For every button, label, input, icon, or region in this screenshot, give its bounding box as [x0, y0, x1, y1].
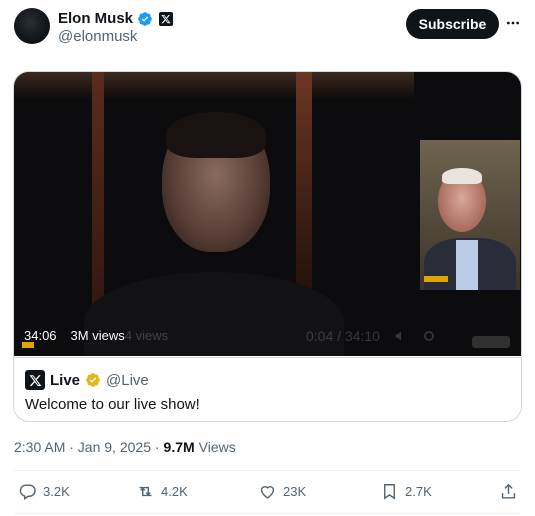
pip-guest-shirt [456, 240, 478, 290]
ghost-player-controls: 0:04 / 34:10 [306, 328, 436, 344]
video-background [14, 72, 414, 98]
like-count: 23K [283, 484, 307, 499]
video-overlay-meta: 34:06 3M views 4 views [24, 328, 168, 343]
divider [14, 470, 521, 471]
post-timestamp[interactable]: 2:30 AM · Jan 9, 2025 · [14, 439, 160, 455]
video-views: 3M views [70, 328, 125, 343]
avatar[interactable] [14, 8, 50, 44]
x-logo-icon [25, 370, 45, 390]
video-duration: 34:06 [24, 328, 57, 343]
video-player[interactable]: 0:04 / 34:10 34:06 3M views 4 views [14, 72, 521, 356]
pip-guest-hair [442, 168, 482, 184]
share-button[interactable] [499, 482, 518, 501]
author-name[interactable]: Elon Musk [58, 10, 133, 27]
video-background-beam [296, 72, 312, 312]
reply-icon [19, 484, 36, 500]
ghost-views: 4 views [124, 328, 169, 343]
repost-icon [139, 486, 152, 497]
quote-card[interactable]: 0:04 / 34:10 34:06 3M views 4 views Live… [13, 71, 522, 422]
repost-button[interactable]: 4.2K [136, 482, 188, 501]
repost-count: 4.2K [161, 484, 188, 499]
author-handle[interactable]: @elonmusk [58, 28, 137, 45]
live-indicator [22, 342, 34, 348]
quoted-post[interactable]: Live @Live Welcome to our live show! [14, 357, 521, 421]
video-picture-in-picture [420, 140, 520, 290]
ghost-settings-icon [423, 331, 434, 341]
share-icon [501, 483, 516, 499]
divider [14, 513, 521, 514]
more-dots-icon[interactable] [504, 14, 522, 32]
bookmark-button[interactable]: 2.7K [380, 482, 432, 501]
pip-name-tag [424, 276, 448, 282]
quoted-post-text: Welcome to our live show! [25, 396, 200, 413]
subscribe-button[interactable]: Subscribe [406, 9, 499, 39]
video-speaker-hair [166, 112, 266, 158]
quoted-author-handle: @Live [106, 371, 149, 389]
quoted-author-row: Live @Live [25, 370, 149, 390]
heart-icon [260, 486, 275, 499]
quoted-author-name: Live [50, 371, 81, 389]
ghost-source-badge [472, 336, 510, 348]
bookmark-count: 2.7K [405, 484, 432, 499]
reply-button[interactable]: 3.2K [18, 482, 70, 501]
views-count[interactable]: 9.7M [164, 439, 195, 455]
author-name-row: Elon Musk [58, 10, 174, 27]
verified-badge-icon[interactable] [137, 11, 153, 27]
like-button[interactable]: 23K [258, 482, 306, 501]
bookmark-icon [384, 484, 395, 500]
action-bar: 3.2K 4.2K 23K 2.7K [14, 482, 521, 504]
views-label: Views [198, 439, 236, 455]
x-affiliate-icon[interactable] [159, 11, 174, 26]
gold-verified-badge-icon [86, 373, 100, 387]
ghost-time: 0:04 / 34:10 [306, 328, 380, 344]
reply-count: 3.2K [43, 484, 70, 499]
ghost-volume-icon [395, 331, 401, 341]
tweet-header: Elon Musk @elonmusk Subscribe [14, 8, 524, 48]
post-timestamp-row: 2:30 AM · Jan 9, 2025 · 9.7M Views [14, 439, 236, 455]
